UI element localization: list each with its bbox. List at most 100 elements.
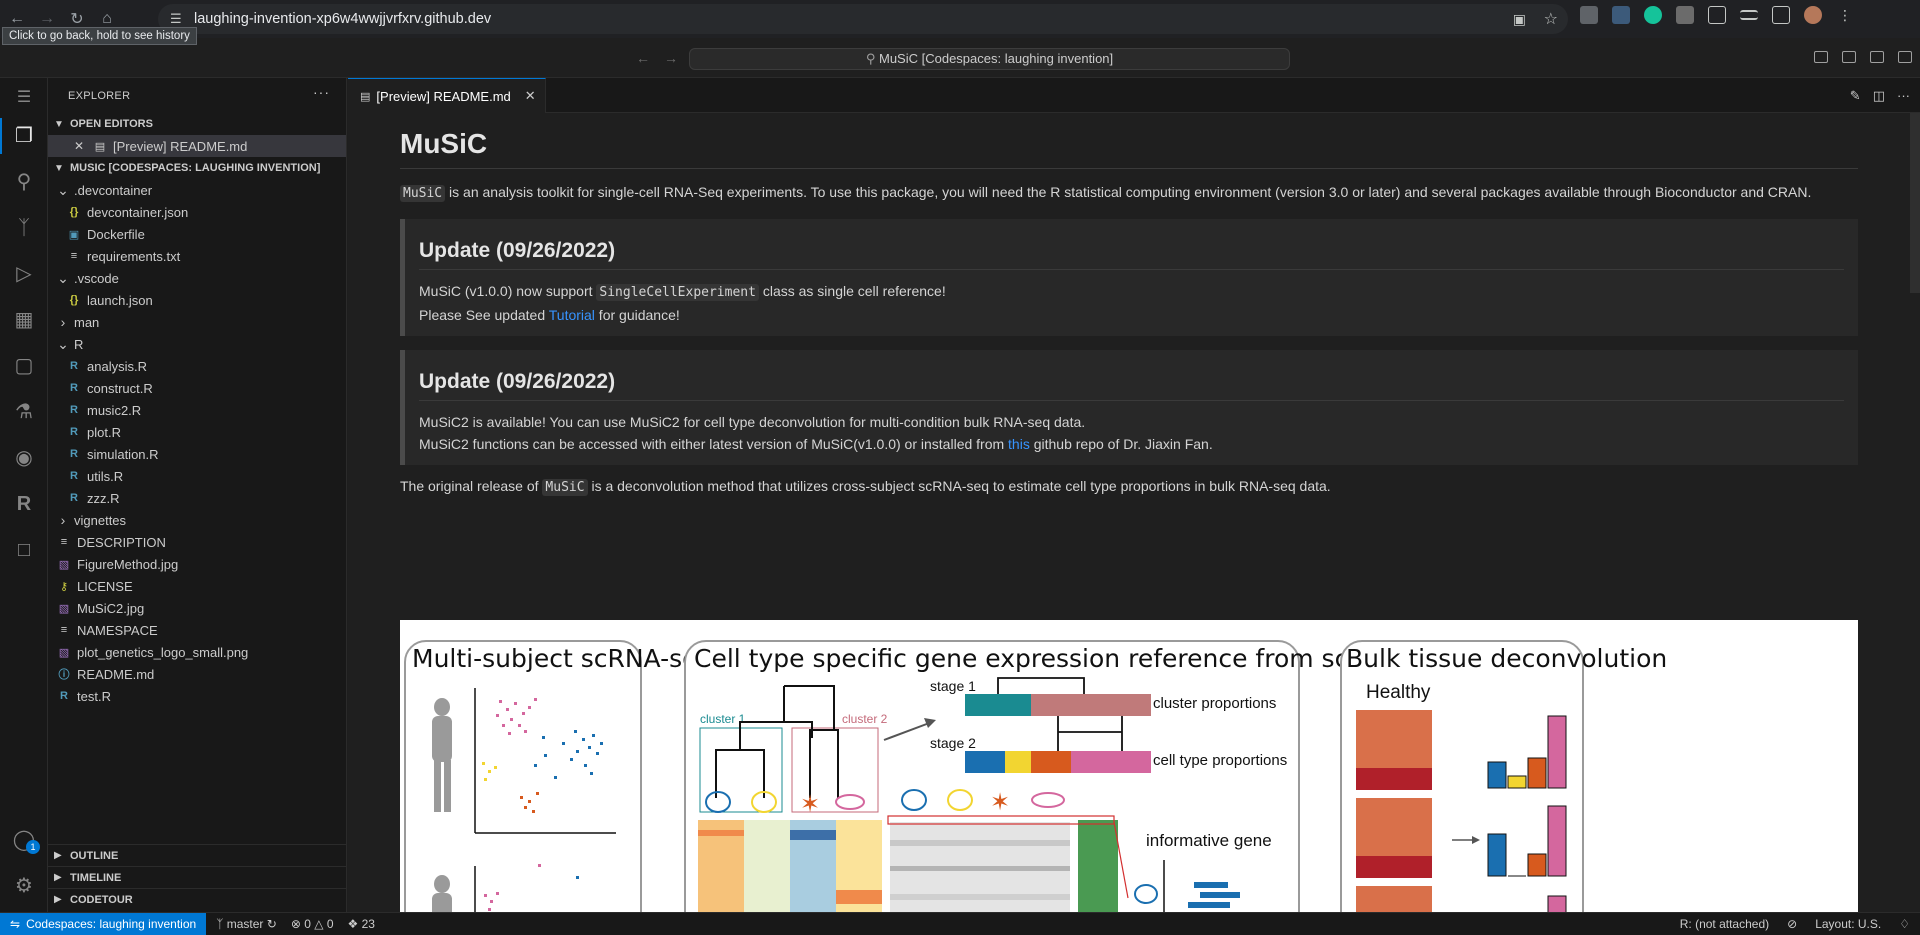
explorer-icon[interactable]: ❐ <box>12 124 36 148</box>
tree-file[interactable]: ≡ NAMESPACE <box>48 619 346 641</box>
source-control-icon[interactable]: ᛉ <box>12 216 36 240</box>
codetour-section[interactable]: ▶ CODETOUR <box>48 888 347 910</box>
this-link[interactable]: this <box>1008 436 1030 452</box>
toggle-primary-sidebar-icon[interactable] <box>1814 51 1828 63</box>
install-app-icon[interactable]: ▣ <box>1513 11 1526 28</box>
intro-paragraph: MuSiC is an analysis toolkit for single-… <box>400 181 1858 205</box>
active-indicator <box>0 118 2 154</box>
r-file-icon: R <box>70 448 78 460</box>
media-icon[interactable] <box>1740 10 1758 20</box>
url-text: laughing-invention-xp6w4wwjjvrfxrv.githu… <box>194 11 492 27</box>
tree-file[interactable]: Rutils.R <box>48 465 346 487</box>
tree-item-label: man <box>74 314 100 330</box>
tree-item-label: plot_genetics_logo_small.png <box>77 644 249 660</box>
address-bar[interactable]: ☰ laughing-invention-xp6w4wwjjvrfxrv.git… <box>158 4 1568 34</box>
json-file-icon: {} <box>69 206 79 218</box>
more-actions-icon[interactable]: ··· <box>1897 88 1910 104</box>
remote-explorer-icon[interactable]: ▢ <box>12 354 36 378</box>
github-icon[interactable]: ◉ <box>12 446 36 470</box>
settings-gear-icon[interactable]: ⚙ <box>12 874 36 898</box>
grammarly-icon[interactable] <box>1644 6 1662 24</box>
search-icon: ⚲ <box>865 51 879 66</box>
tutorial-link[interactable]: Tutorial <box>549 307 595 323</box>
tree-file[interactable]: Rmusic2.R <box>48 399 346 421</box>
puzzle-icon[interactable] <box>1708 6 1726 24</box>
problems-indicator[interactable]: ⊗ 0 △ 0 <box>291 917 334 931</box>
workspace-section[interactable]: ▼ MUSIC [CODESPACES: LAUGHING INVENTION] <box>48 157 346 179</box>
tree-folder[interactable]: › vignettes <box>48 509 346 531</box>
download-icon[interactable] <box>1612 6 1630 24</box>
profile-avatar[interactable] <box>1804 6 1822 24</box>
customize-layout-icon[interactable] <box>1898 51 1912 63</box>
open-editors-section[interactable]: ▼ OPEN EDITORS <box>48 113 346 135</box>
tree-item-label: music2.R <box>87 402 142 418</box>
tab-readme-preview[interactable]: ▤ [Preview] README.md ✕ <box>348 78 546 113</box>
chevron-right-icon: › <box>60 512 66 528</box>
update-line: Please See updated Tutorial for guidance… <box>419 307 680 323</box>
split-editor-icon[interactable]: ◫ <box>1873 88 1885 104</box>
tree-file[interactable]: Ranalysis.R <box>48 355 346 377</box>
tree-folder[interactable]: ⌄ .vscode <box>48 267 346 289</box>
tree-file[interactable]: ▣ Dockerfile <box>48 223 346 245</box>
extensions-icon[interactable]: ▦ <box>12 308 36 332</box>
open-editor-item[interactable]: ✕ ▤ [Preview] README.md <box>48 135 346 157</box>
tree-file[interactable]: ⓘ README.md <box>48 663 346 685</box>
notifications-bell-icon[interactable]: ♢ <box>1899 917 1910 931</box>
extension-icon[interactable] <box>1580 6 1598 24</box>
r-icon[interactable]: R <box>12 492 36 516</box>
command-center[interactable]: ⚲ MuSiC [Codespaces: laughing invention] <box>689 48 1290 70</box>
testing-icon[interactable]: ⚗ <box>12 400 36 424</box>
copilot-icon[interactable]: ⊘ <box>1787 917 1797 931</box>
preview-scrollbar[interactable] <box>1910 113 1920 293</box>
tree-file[interactable]: Rconstruct.R <box>48 377 346 399</box>
close-tab-icon[interactable]: ✕ <box>525 88 536 104</box>
tree-file[interactable]: ≡ DESCRIPTION <box>48 531 346 553</box>
outline-section[interactable]: ▶ OUTLINE <box>48 844 347 866</box>
tree-folder[interactable]: ⌄ .devcontainer <box>48 179 346 201</box>
tree-file[interactable]: ▧ FigureMethod.jpg <box>48 553 346 575</box>
remote-indicator[interactable]: ⇋ Codespaces: laughing invention <box>0 913 207 935</box>
warning-icon: △ <box>314 917 327 931</box>
update-line: MuSiC2 is available! You can use MuSiC2 … <box>419 414 1086 430</box>
keyboard-layout[interactable]: Layout: U.S. <box>1815 917 1881 931</box>
tree-file[interactable]: Rsimulation.R <box>48 443 346 465</box>
timeline-section[interactable]: ▶ TIMELINE <box>48 866 347 888</box>
tree-file[interactable]: ⚷ LICENSE <box>48 575 346 597</box>
chevron-down-icon: ⌄ <box>57 181 69 198</box>
toggle-panel-icon[interactable] <box>1842 51 1856 63</box>
chevron-down-icon: ⌄ <box>57 269 69 286</box>
chevron-right-icon: ▶ <box>54 894 62 905</box>
extension-icon[interactable] <box>1676 6 1694 24</box>
tree-file[interactable]: ≡ requirements.txt <box>48 245 346 267</box>
bookmark-star-icon[interactable]: ☆ <box>1544 9 1558 29</box>
comments-icon[interactable]: □ <box>12 538 36 562</box>
tree-folder[interactable]: ⌄ R <box>48 333 346 355</box>
ports-indicator[interactable]: ❖ 23 <box>348 917 375 931</box>
tree-file[interactable]: {} devcontainer.json <box>48 201 346 223</box>
site-settings-icon[interactable]: ☰ <box>170 11 182 27</box>
menu-icon[interactable]: ☰ <box>12 86 36 110</box>
tree-file[interactable]: Rplot.R <box>48 421 346 443</box>
branch-indicator[interactable]: ᛉ master ↻ <box>216 917 277 931</box>
bottom-sections: ▶ OUTLINE ▶ TIMELINE ▶ CODETOUR <box>48 844 347 910</box>
markdown-preview[interactable]: MuSiC MuSiC is an analysis toolkit for s… <box>348 113 1920 912</box>
open-source-icon[interactable]: ✎ <box>1850 88 1861 104</box>
tree-file[interactable]: Rtest.R <box>48 685 346 707</box>
more-vertical-icon[interactable]: ⋮ <box>1836 6 1854 24</box>
panel-title: Multi-subject scRNA-seq <box>412 644 714 673</box>
toggle-secondary-sidebar-icon[interactable] <box>1870 51 1884 63</box>
search-icon[interactable]: ⚲ <box>12 170 36 194</box>
tree-file[interactable]: ▧ plot_genetics_logo_small.png <box>48 641 346 663</box>
more-actions-icon[interactable]: ··· <box>313 84 330 100</box>
tree-folder[interactable]: › man <box>48 311 346 333</box>
r-file-icon: R <box>70 404 78 416</box>
close-icon[interactable]: ✕ <box>74 139 88 153</box>
run-debug-icon[interactable]: ▷ <box>12 262 36 286</box>
tree-file[interactable]: ▧ MuSiC2.jpg <box>48 597 346 619</box>
tree-file[interactable]: {} launch.json <box>48 289 346 311</box>
tree-file[interactable]: Rzzz.R <box>48 487 346 509</box>
side-panel-icon[interactable] <box>1772 6 1790 24</box>
history-arrows[interactable]: ←→ <box>636 50 692 66</box>
remote-icon: ⇋ <box>10 917 21 931</box>
r-session-status[interactable]: R: (not attached) <box>1680 917 1769 931</box>
